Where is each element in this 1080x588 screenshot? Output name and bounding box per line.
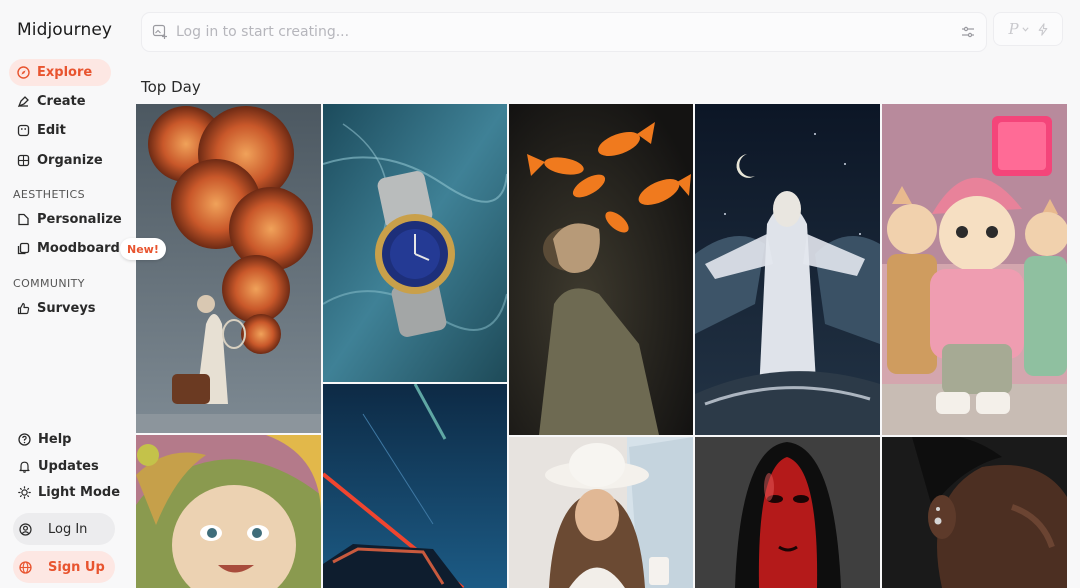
gallery-image-explosion-tennis[interactable] (136, 104, 321, 433)
gallery-image-night-car[interactable] (323, 384, 507, 588)
image-add-icon[interactable] (152, 24, 168, 40)
help-label: Help (38, 432, 72, 447)
gallery-image-watch-water[interactable] (323, 104, 507, 382)
login-button[interactable]: Log In (13, 513, 115, 545)
sidebar-item-edit[interactable]: Edit (9, 117, 111, 144)
prompt-input[interactable] (176, 24, 960, 40)
brand-logo[interactable]: Midjourney (17, 20, 112, 40)
light-mode-toggle[interactable]: Light Mode (18, 485, 120, 500)
chevron-down-icon (1021, 26, 1029, 32)
signup-label: Sign Up (48, 559, 105, 575)
gallery-image-goldfish-woman[interactable] (509, 104, 693, 435)
sun-icon (18, 486, 31, 499)
sidebar-item-label: Edit (37, 123, 66, 138)
gallery-image-red-mask[interactable] (695, 437, 880, 588)
gallery-image-cats-streetwear[interactable] (882, 104, 1067, 435)
lightning-icon (1038, 22, 1048, 36)
sidebar-item-surveys[interactable]: Surveys (9, 295, 111, 322)
sidebar-item-personalize[interactable]: Personalize (9, 206, 122, 233)
sidebar-item-organize[interactable]: Organize (9, 147, 111, 174)
help-icon (18, 433, 31, 446)
sidebar-item-explore[interactable]: Explore (9, 59, 111, 86)
gallery-image-paper-face[interactable] (136, 435, 321, 588)
thumbs-up-icon (17, 302, 30, 315)
sidebar-item-label: Organize (37, 153, 103, 168)
light-mode-label: Light Mode (38, 485, 121, 500)
signup-button[interactable]: Sign Up (13, 551, 115, 583)
grid-icon (17, 154, 30, 167)
globe-icon (19, 560, 32, 574)
sidebar-item-label: Surveys (37, 301, 96, 316)
updates-label: Updates (38, 459, 99, 474)
sidebar-item-label: Personalize (37, 212, 122, 227)
sidebar-item-moodboards[interactable]: Moodboards (9, 235, 134, 262)
personalize-icon (17, 213, 30, 226)
gallery-image-moon-sorceress[interactable] (695, 104, 880, 435)
sidebar: Midjourney Explore Create Edit Organize (0, 0, 166, 588)
section-label-aesthetics: AESTHETICS (13, 188, 86, 201)
sidebar-item-label: Explore (37, 65, 93, 80)
personalization-toggle[interactable]: P (993, 12, 1063, 46)
profile-letter: P (1008, 20, 1019, 38)
edit-icon (17, 124, 30, 137)
help-link[interactable]: Help (18, 432, 71, 447)
user-icon (19, 522, 32, 536)
gallery-image-woman-hat[interactable] (509, 437, 693, 588)
gallery-image-portrait-earring[interactable] (882, 437, 1067, 588)
page-title: Top Day (141, 78, 201, 96)
updates-link[interactable]: Updates (18, 459, 99, 474)
compass-icon (17, 66, 30, 79)
sidebar-item-label: Moodboards (37, 241, 128, 256)
moodboard-icon (17, 242, 30, 255)
login-label: Log In (48, 521, 88, 537)
prompt-bar (141, 12, 987, 52)
sidebar-item-label: Create (37, 94, 86, 109)
sidebar-item-create[interactable]: Create (9, 88, 111, 115)
brush-icon (17, 95, 30, 108)
bell-icon (18, 460, 31, 473)
app-window: Midjourney Explore Create Edit Organize (0, 0, 1080, 588)
new-badge: New! (120, 238, 166, 260)
section-label-community: COMMUNITY (13, 277, 85, 290)
settings-sliders-icon[interactable] (960, 24, 976, 40)
